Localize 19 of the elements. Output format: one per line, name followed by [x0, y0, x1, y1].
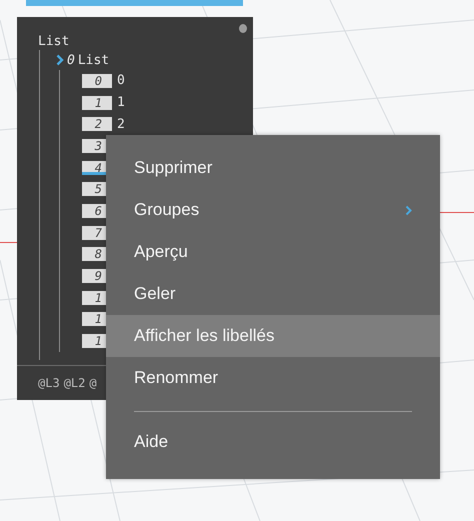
axis-line: [0, 242, 17, 243]
chevron-icon[interactable]: [56, 54, 64, 66]
level-label: @L3: [38, 376, 60, 390]
menu-item[interactable]: Renommer: [106, 357, 440, 399]
list-title: List: [38, 34, 70, 50]
status-dot: [239, 24, 247, 33]
index-label[interactable]: 0: [82, 74, 112, 88]
list-index: 0: [67, 52, 75, 68]
level-label: @: [89, 376, 97, 390]
index-label[interactable]: 2: [82, 117, 112, 132]
list-label: List: [78, 52, 110, 68]
level-label: @L2: [64, 376, 86, 390]
menu-item[interactable]: Afficher les libellés: [106, 315, 440, 357]
item-value: 0: [117, 73, 125, 88]
item-value: 2: [117, 116, 125, 132]
axis-line: [440, 212, 474, 213]
index-label[interactable]: 1: [82, 96, 112, 110]
menu-item[interactable]: Aide: [106, 421, 440, 463]
item-value: 1: [117, 95, 125, 110]
